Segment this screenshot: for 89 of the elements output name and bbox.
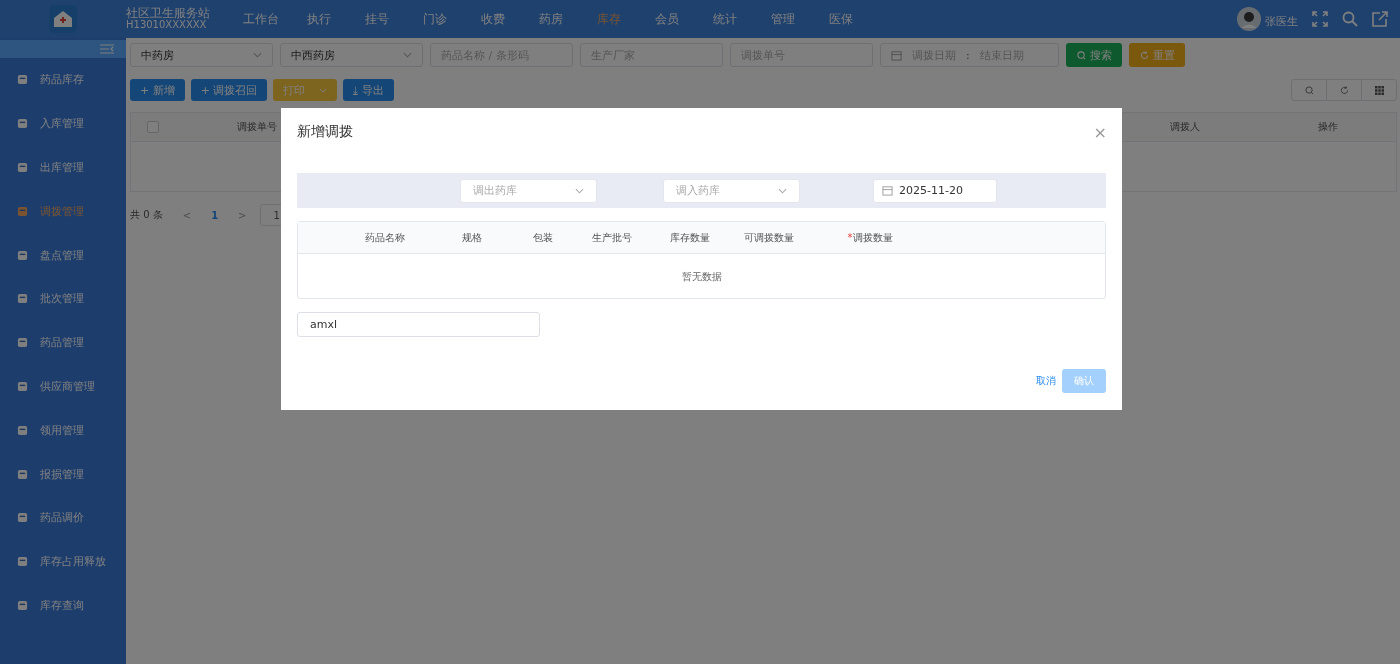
toolbar-button[interactable]: + 调拨召回: [190, 79, 268, 101]
sidebar-item[interactable]: 库存占用释放: [0, 539, 126, 584]
nav-tab[interactable]: 统计: [696, 10, 754, 28]
search-field[interactable]: amxl: [297, 312, 540, 337]
column-header: *调拨数量: [846, 230, 894, 245]
chevron-down-icon: [575, 187, 584, 194]
org-code: H13010XXXXXX: [126, 19, 208, 31]
sidebar-item[interactable]: 药品调价: [0, 495, 126, 540]
chevron-down-icon: [253, 52, 262, 58]
menu-icon: [17, 556, 28, 568]
total-count: 共 0 条: [130, 208, 163, 222]
menu-icon: [17, 162, 28, 173]
search-icon: [1304, 85, 1314, 95]
toolbar-button[interactable]: ⤓ 导出: [343, 79, 394, 101]
nav-tab[interactable]: 收费: [464, 10, 522, 28]
search-button[interactable]: 搜索: [1066, 43, 1122, 67]
menu-icon: [17, 337, 28, 349]
menu-icon: [17, 512, 28, 524]
sidebar-item[interactable]: 盘点管理: [0, 233, 126, 277]
toolbar-button[interactable]: + 新增: [130, 79, 185, 101]
column-header: 库存数量: [669, 230, 711, 245]
select-field[interactable]: 中药房: [130, 43, 273, 67]
nav-tab[interactable]: 工作台: [232, 10, 290, 28]
collapse-icon[interactable]: [100, 44, 114, 54]
user-name: 张医生: [1265, 14, 1298, 29]
menu-icon: [17, 599, 28, 611]
sidebar-item[interactable]: 药品管理: [0, 320, 126, 365]
sidebar-item[interactable]: 药品库存: [0, 58, 126, 102]
sidebar-item[interactable]: 供应商管理: [0, 364, 126, 409]
nav-tab[interactable]: 医保: [812, 10, 870, 28]
sidebar-item[interactable]: 出库管理: [0, 145, 126, 190]
menu-icon: [17, 468, 28, 480]
close-button[interactable]: ×: [1093, 122, 1107, 142]
nav-tab[interactable]: 挂号: [348, 10, 406, 28]
select-field[interactable]: 调入药库: [663, 178, 800, 203]
select-field[interactable]: 中西药房: [280, 43, 423, 67]
calendar-icon: [882, 185, 893, 196]
refresh-icon: [1339, 85, 1349, 95]
sidebar-item[interactable]: 调拨管理: [0, 189, 126, 234]
page-number[interactable]: 1: [211, 209, 219, 221]
sidebar-item[interactable]: 领用管理: [0, 408, 126, 453]
menu-icon: [17, 293, 28, 305]
menu-icon: [17, 118, 28, 130]
column-header: 生产批号: [591, 230, 633, 245]
logo-icon: [49, 5, 77, 33]
sidebar-item[interactable]: 批次管理: [0, 277, 126, 321]
refresh-icon: [1139, 50, 1149, 60]
nav-tab[interactable]: 管理: [754, 10, 812, 28]
select-field[interactable]: 调出药库: [460, 178, 597, 203]
menu-icon: [17, 424, 28, 436]
caret-icon[interactable]: [319, 87, 328, 93]
column-header: 可调拨数量: [743, 230, 795, 245]
column-header: 药品名称: [364, 230, 406, 245]
empty-text: 暂无数据: [681, 270, 722, 284]
nav-tab[interactable]: 会员: [638, 10, 696, 28]
sidebar-item[interactable]: 库存查询: [0, 583, 126, 628]
column-header: 调拨人: [1170, 120, 1200, 134]
column-header: 调拨单号: [237, 120, 277, 134]
menu-icon: [17, 74, 28, 86]
menu-icon: [17, 249, 28, 261]
menu-icon: [17, 380, 28, 392]
fullscreen-icon[interactable]: [1312, 11, 1328, 27]
avatar-icon: [1237, 7, 1261, 31]
chevron-down-icon: [778, 187, 787, 194]
external-link-icon[interactable]: [1372, 11, 1388, 27]
nav-tab[interactable]: 库存: [580, 10, 638, 28]
org-name: 社区卫生服务站: [126, 7, 211, 19]
search-icon: [1076, 50, 1086, 60]
next-page-button[interactable]: >: [232, 209, 253, 221]
column-header: 规格: [461, 230, 483, 245]
sidebar-item[interactable]: 入库管理: [0, 101, 126, 146]
print-button[interactable]: 打印: [273, 79, 338, 101]
prev-page-button[interactable]: <: [176, 209, 198, 221]
date-field[interactable]: 2025-11-20: [873, 178, 997, 203]
column-header: 操作: [1318, 120, 1338, 134]
search-icon[interactable]: [1342, 11, 1358, 27]
cancel-link[interactable]: 取消: [1036, 374, 1056, 388]
nav-tab[interactable]: 门诊: [406, 10, 464, 28]
calendar-icon: [891, 49, 902, 61]
nav-tab[interactable]: 执行: [290, 10, 348, 28]
checkbox[interactable]: [147, 121, 159, 133]
dialog-title: 新增调拨: [297, 123, 353, 141]
column-header: 包装: [532, 230, 554, 245]
nav-tab[interactable]: 药房: [522, 10, 580, 28]
reset-button[interactable]: 重置: [1129, 43, 1185, 67]
grid-icon: [1374, 85, 1384, 95]
menu-icon: [17, 205, 28, 217]
sidebar-item[interactable]: 报损管理: [0, 452, 126, 496]
chevron-down-icon: [403, 52, 412, 58]
